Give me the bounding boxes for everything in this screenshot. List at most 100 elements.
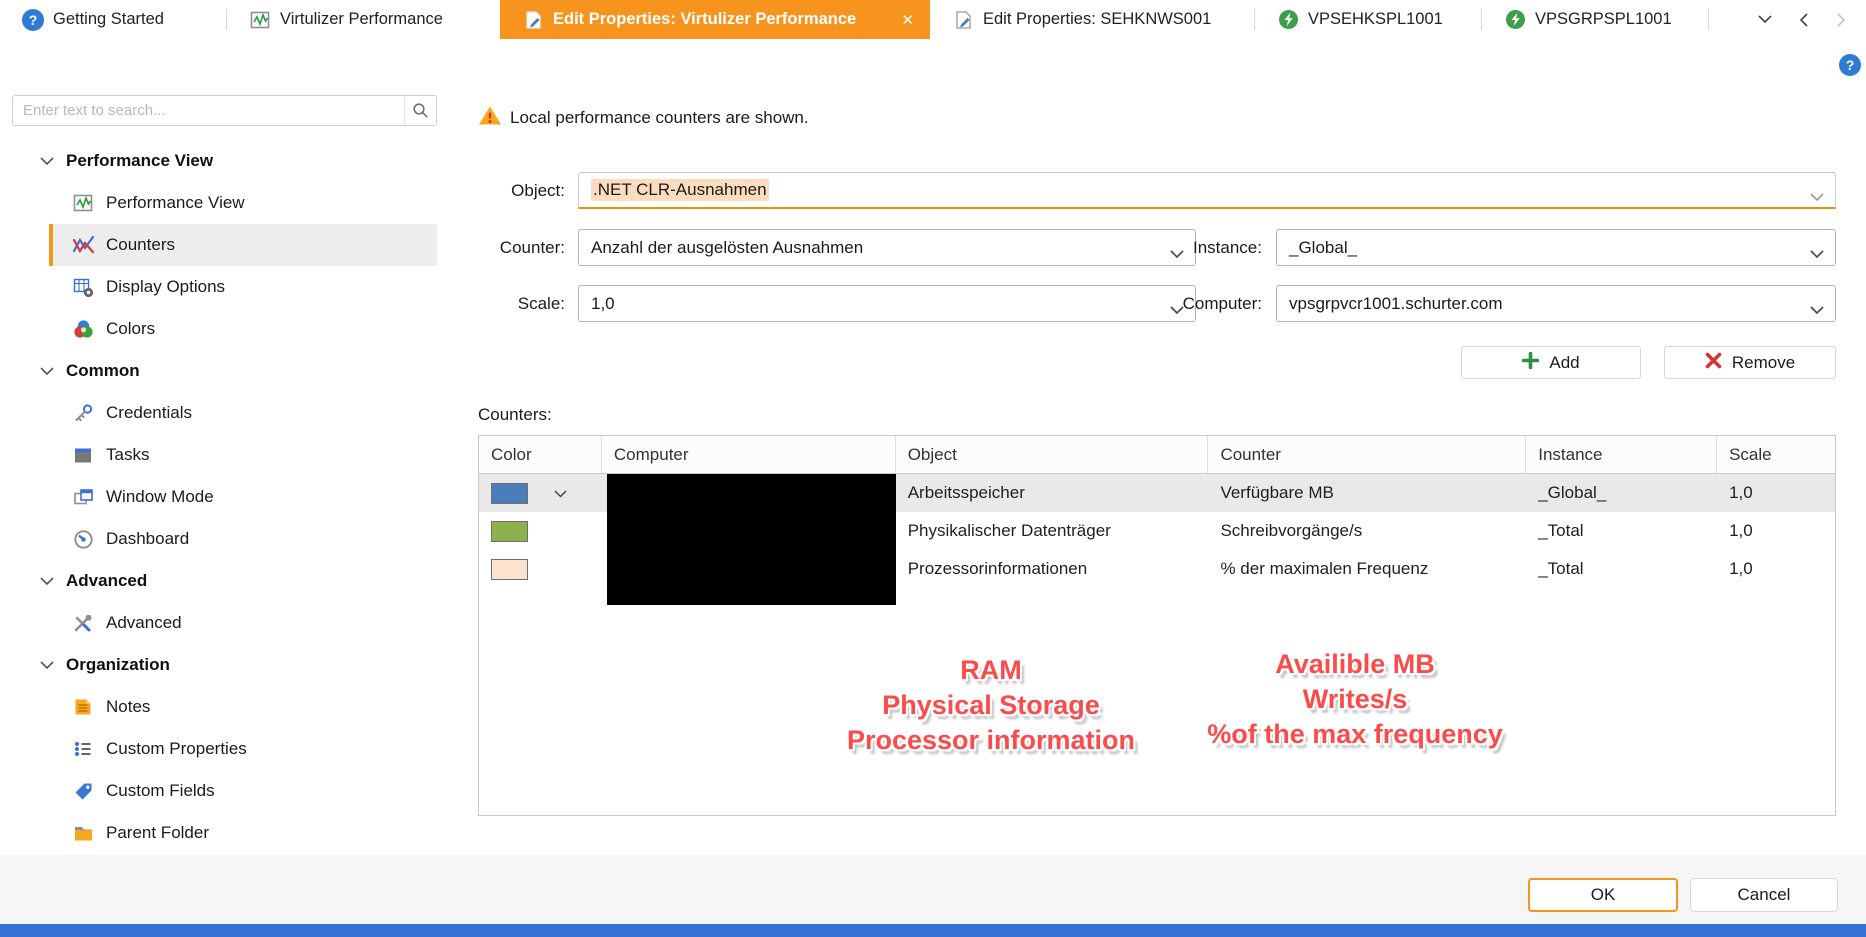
tab-vpsgrpspl1001[interactable]: VPSGRPSPL1001 xyxy=(1482,0,1708,39)
help-button[interactable]: ? xyxy=(1839,54,1861,76)
add-button[interactable]: Add xyxy=(1461,346,1641,379)
sidebar-item-custom-properties[interactable]: Custom Properties xyxy=(0,728,450,770)
color-swatch[interactable] xyxy=(491,520,528,542)
instance-combobox[interactable]: _Global_ xyxy=(1276,229,1836,266)
counter-cell: % der maximalen Frequenz xyxy=(1220,559,1429,578)
instance-label: Instance: xyxy=(1193,238,1262,257)
sidebar-item-custom-fields[interactable]: Custom Fields xyxy=(0,770,450,812)
app-window: ? Getting Started Virtulizer Performance… xyxy=(0,0,1866,937)
counters-section-label: Counters: xyxy=(478,405,552,424)
column-header-counter[interactable]: Counter xyxy=(1208,436,1527,473)
cancel-button[interactable]: Cancel xyxy=(1690,878,1838,912)
chevron-down-icon[interactable] xyxy=(1754,9,1776,31)
annotation-counters: Availible MB Writes/s %of the max freque… xyxy=(1207,649,1503,749)
sidebar-item-parent-folder[interactable]: Parent Folder xyxy=(0,812,450,854)
sidebar-item-performance-view[interactable]: Performance View xyxy=(0,182,450,224)
bullet-list-icon xyxy=(72,739,94,759)
color-swatch[interactable] xyxy=(491,558,528,580)
sidebar-item-window-mode[interactable]: Window Mode xyxy=(0,476,450,518)
tools-icon xyxy=(72,613,94,633)
table-header: Color Computer Object Counter Instance S… xyxy=(479,436,1835,474)
sidebar-search xyxy=(12,95,437,126)
chevron-down-icon[interactable] xyxy=(1810,244,1824,264)
sidebar-item-label: Window Mode xyxy=(106,487,214,506)
sidebar-item-display-options[interactable]: Display Options xyxy=(0,266,450,308)
sidebar-item-notes[interactable]: Notes xyxy=(0,686,450,728)
sidebar-item-label: Colors xyxy=(106,319,156,338)
computer-combobox[interactable]: vpsgrpvcr1001.schurter.com xyxy=(1276,285,1836,322)
chevron-left-icon[interactable] xyxy=(1792,9,1814,31)
scale-label: Scale: xyxy=(517,294,565,313)
counter-combobox[interactable]: Anzahl der ausgelösten Ausnahmen xyxy=(578,229,1196,266)
edit-page-icon xyxy=(522,10,544,30)
column-header-color[interactable]: Color xyxy=(479,436,602,473)
add-button-label: Add xyxy=(1549,352,1580,372)
computer-label: Computer: xyxy=(1182,294,1262,313)
chevron-down-icon xyxy=(40,576,54,585)
column-header-scale[interactable]: Scale xyxy=(1717,436,1835,473)
sidebar-item-tasks[interactable]: Tasks xyxy=(0,434,450,476)
dashboard-icon xyxy=(72,529,94,549)
nav-group-advanced[interactable]: Advanced xyxy=(0,560,450,602)
sidebar-item-label: Notes xyxy=(106,697,151,716)
help-circle-icon: ? xyxy=(22,8,44,31)
tab-separator xyxy=(1708,9,1709,30)
sidebar-item-colors[interactable]: Colors xyxy=(0,308,450,350)
warning-text: Local performance counters are shown. xyxy=(510,108,809,127)
tab-bar: ? Getting Started Virtulizer Performance… xyxy=(0,0,1866,39)
object-combobox[interactable]: .NET CLR-Ausnahmen xyxy=(578,172,1836,209)
sidebar-item-label: Advanced xyxy=(106,613,182,632)
object-value: .NET CLR-Ausnahmen xyxy=(591,179,769,201)
sidebar-item-counters[interactable]: Counters xyxy=(0,224,450,266)
server-icon xyxy=(1504,10,1526,30)
counter-label: Counter: xyxy=(499,238,565,257)
ok-button[interactable]: OK xyxy=(1528,878,1678,912)
tab-virtulizer-performance[interactable]: Virtulizer Performance xyxy=(227,0,500,39)
notes-icon xyxy=(72,697,94,717)
sidebar-item-advanced[interactable]: Advanced xyxy=(0,602,450,644)
cross-icon xyxy=(1705,352,1722,374)
tab-label: VPSGRPSPL1001 xyxy=(1535,10,1672,28)
nav-group-common[interactable]: Common xyxy=(0,350,450,392)
warning-icon xyxy=(478,105,502,131)
scale-value: 1,0 xyxy=(591,293,615,313)
color-cell xyxy=(479,512,602,550)
sidebar-item-credentials[interactable]: Credentials xyxy=(0,392,450,434)
tab-label: Edit Properties: Virtulizer Performance xyxy=(553,10,857,28)
key-icon xyxy=(72,403,94,423)
nav-group-performance-view[interactable]: Performance View xyxy=(0,140,450,182)
search-input[interactable] xyxy=(13,96,404,125)
color-swatch[interactable] xyxy=(491,482,528,504)
tab-getting-started[interactable]: ? Getting Started xyxy=(0,0,226,39)
colors-icon xyxy=(72,319,94,339)
sidebar-item-label: Dashboard xyxy=(106,529,190,548)
tab-edit-properties-sehknws001[interactable]: Edit Properties: SEHKNWS001 xyxy=(930,0,1254,39)
close-tab-icon[interactable]: ✕ xyxy=(897,9,918,31)
nav-group-label: Organization xyxy=(66,655,170,674)
nav-group-label: Performance View xyxy=(66,151,214,170)
remove-button[interactable]: Remove xyxy=(1664,346,1836,379)
counters-icon xyxy=(72,235,94,255)
object-cell: Arbeitsspeicher xyxy=(907,483,1025,502)
search-icon[interactable] xyxy=(404,96,436,125)
column-header-object[interactable]: Object xyxy=(896,436,1209,473)
performance-chart-icon xyxy=(72,193,94,213)
column-header-instance[interactable]: Instance xyxy=(1526,436,1718,473)
nav-group-organization[interactable]: Organization xyxy=(0,644,450,686)
sidebar-item-label: Counters xyxy=(106,235,175,254)
color-cell xyxy=(479,550,602,588)
chevron-down-icon[interactable] xyxy=(1810,300,1824,320)
column-header-computer[interactable]: Computer xyxy=(602,436,896,473)
chevron-down-icon xyxy=(40,660,54,669)
instance-cell: _Total xyxy=(1538,559,1584,578)
tab-edit-properties-virtulizer[interactable]: Edit Properties: Virtulizer Performance … xyxy=(500,0,930,39)
scale-combobox[interactable]: 1,0 xyxy=(578,285,1196,322)
tab-vpsehkspl1001[interactable]: VPSEHKSPL1001 xyxy=(1255,0,1481,39)
counter-cell: Verfügbare MB xyxy=(1220,483,1334,502)
sidebar-item-label: Display Options xyxy=(106,277,226,296)
chevron-down-icon[interactable] xyxy=(554,483,567,503)
sidebar-item-dashboard[interactable]: Dashboard xyxy=(0,518,450,560)
chevron-right-icon[interactable] xyxy=(1830,9,1852,31)
folder-icon xyxy=(72,823,94,843)
chevron-down-icon[interactable] xyxy=(1810,187,1824,207)
